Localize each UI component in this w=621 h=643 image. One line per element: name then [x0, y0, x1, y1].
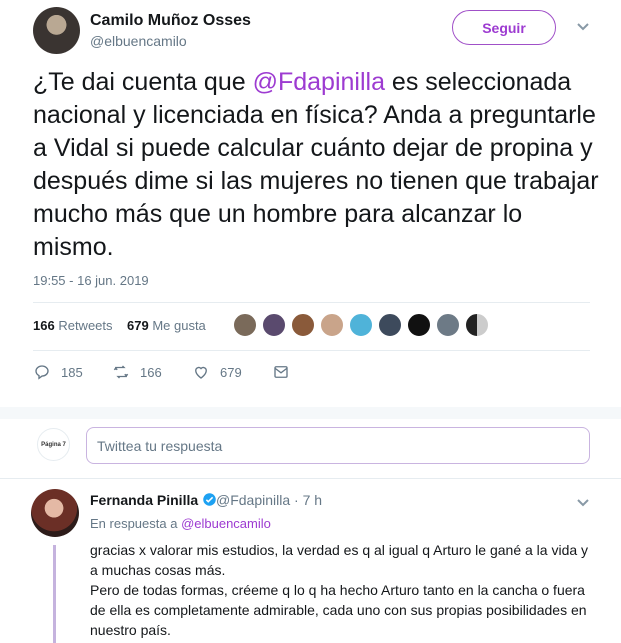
- liker-avatar[interactable]: [320, 313, 344, 337]
- reply-icon: [35, 365, 49, 380]
- liker-avatar[interactable]: [407, 313, 431, 337]
- replying-prefix: En respuesta a: [90, 516, 182, 531]
- composer-avatar: Página 7: [37, 428, 70, 461]
- retweet-icon: [113, 365, 129, 379]
- replying-to-handle[interactable]: @elbuencamilo: [181, 516, 271, 531]
- retweet-count[interactable]: 166: [33, 318, 55, 333]
- divider: [33, 350, 590, 351]
- chevron-down-icon[interactable]: [576, 496, 590, 511]
- direct-message-button[interactable]: [272, 363, 300, 381]
- reply-meta: @Fdapinilla · 7 h: [216, 492, 322, 508]
- tweet-stats: 166 Retweets 679 Me gusta: [33, 318, 206, 333]
- reply-time[interactable]: · 7 h: [294, 492, 322, 508]
- liker-avatar[interactable]: [291, 313, 315, 337]
- divider: [0, 478, 621, 479]
- replying-to: En respuesta a @elbuencamilo: [90, 516, 271, 531]
- like-button[interactable]: 679: [192, 363, 242, 381]
- section-divider: [0, 407, 621, 419]
- reply-button[interactable]: 185: [33, 363, 83, 381]
- liker-avatar[interactable]: [436, 313, 460, 337]
- liker-avatar[interactable]: [378, 313, 402, 337]
- divider: [33, 302, 590, 303]
- like-count[interactable]: 679: [127, 318, 149, 333]
- liker-avatar[interactable]: [233, 313, 257, 337]
- tweet-text: ¿Te dai cuenta que @Fdapinilla es selecc…: [33, 66, 603, 264]
- like-icon: [195, 366, 207, 379]
- tweet-text-pre: ¿Te dai cuenta que: [33, 68, 253, 96]
- like-action-count: 679: [220, 364, 242, 380]
- liker-avatar[interactable]: [262, 313, 286, 337]
- composer-avatar-label: Página 7: [41, 441, 66, 448]
- retweet-button[interactable]: 166: [112, 363, 162, 381]
- reply-author-avatar[interactable]: [31, 489, 79, 537]
- retweet-action-count: 166: [140, 364, 162, 380]
- tweet-timestamp[interactable]: 19:55 - 16 jun. 2019: [33, 273, 149, 288]
- like-label[interactable]: Me gusta: [152, 318, 205, 333]
- message-icon: [274, 366, 288, 378]
- author-handle[interactable]: @elbuencamilo: [90, 33, 187, 49]
- reply-author-handle[interactable]: @Fdapinilla: [216, 492, 290, 508]
- reply-author-name[interactable]: Fernanda Pinilla: [90, 492, 217, 508]
- follow-button[interactable]: Seguir: [452, 10, 556, 45]
- retweet-label[interactable]: Retweets: [58, 318, 112, 333]
- liker-avatar[interactable]: [349, 313, 373, 337]
- reply-count: 185: [61, 364, 83, 380]
- chevron-down-icon[interactable]: [576, 20, 590, 35]
- author-avatar[interactable]: [33, 7, 80, 54]
- tweet-text-post: es seleccionada nacional y licenciada en…: [33, 68, 599, 261]
- mention-link[interactable]: @Fdapinilla: [253, 68, 385, 96]
- author-name[interactable]: Camilo Muñoz Osses: [90, 12, 251, 30]
- reply-text: gracias x valorar mis estudios, la verda…: [90, 542, 589, 638]
- reply-author-name-text: Fernanda Pinilla: [90, 492, 199, 508]
- verified-icon: [203, 493, 216, 506]
- thread-line: [53, 545, 56, 643]
- liker-avatar[interactable]: [465, 313, 489, 337]
- reply-input[interactable]: Twittea tu respuesta: [86, 427, 590, 464]
